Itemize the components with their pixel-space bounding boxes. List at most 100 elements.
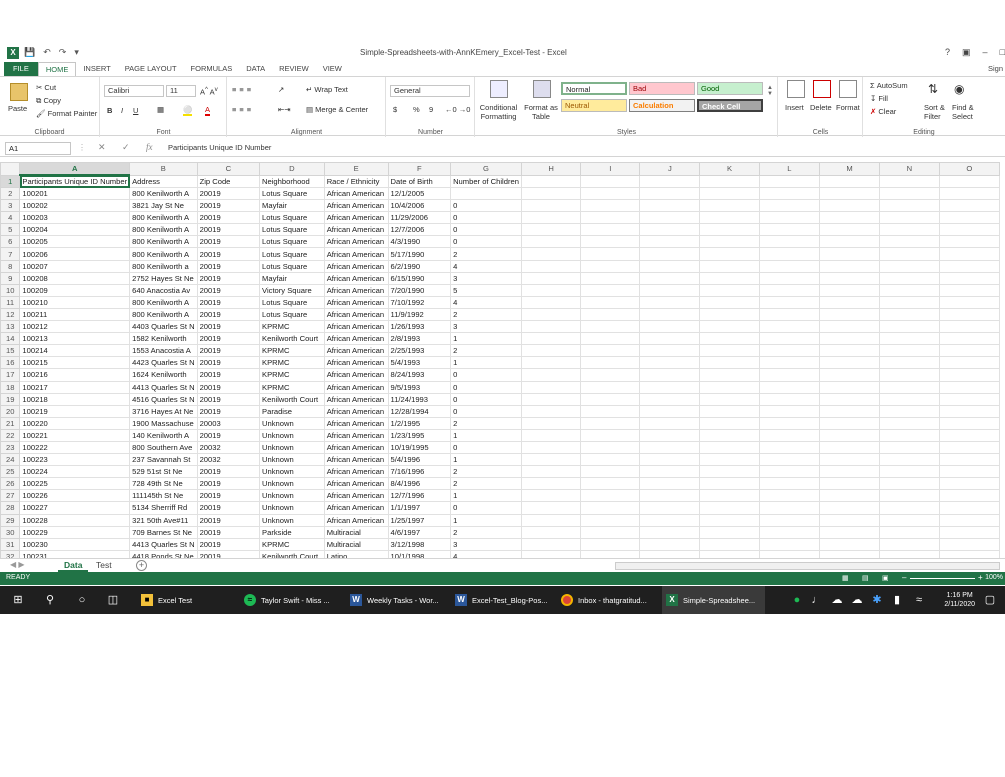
cell[interactable]: 20019 [196, 186, 261, 201]
cell[interactable]: Lotus Square [259, 259, 325, 273]
cell[interactable] [639, 392, 701, 406]
cell[interactable]: 20019 [196, 283, 261, 297]
cell[interactable] [639, 440, 701, 455]
cell[interactable] [938, 501, 1000, 515]
cell[interactable]: 100226 [19, 489, 131, 503]
sheet-nav-icons[interactable]: ◀ ▶ [10, 560, 25, 569]
cell[interactable]: 7/10/1992 [387, 295, 452, 309]
select-all-corner[interactable] [0, 162, 21, 176]
cell[interactable]: Lotus Square [259, 211, 325, 225]
cell[interactable] [520, 392, 582, 406]
cell[interactable] [639, 489, 701, 503]
row-header[interactable]: 27 [0, 489, 21, 503]
cell[interactable]: 20019 [196, 344, 261, 358]
cell[interactable]: 100225 [19, 477, 131, 491]
cell[interactable]: 100222 [19, 440, 131, 455]
cell[interactable] [818, 356, 881, 370]
cell[interactable]: 4 [450, 259, 522, 273]
row-header[interactable]: 8 [0, 259, 21, 273]
sheet-tab-test[interactable]: Test [90, 559, 118, 572]
cell[interactable] [520, 501, 582, 515]
cell[interactable]: 5134 Sherriff Rd [129, 501, 198, 515]
cell[interactable]: 5/4/1996 [387, 453, 452, 467]
cell[interactable] [580, 380, 641, 394]
cell[interactable]: African American [323, 295, 389, 309]
cell[interactable]: 800 Kenilworth A [129, 307, 198, 322]
cell[interactable]: 20019 [196, 271, 261, 285]
cell[interactable] [938, 392, 1000, 406]
insert-button[interactable]: Insert [785, 103, 804, 112]
cell[interactable]: 20019 [196, 223, 261, 237]
cell[interactable] [639, 271, 701, 285]
cell[interactable]: 100206 [19, 247, 131, 261]
fill-button[interactable]: ↧ Fill [870, 94, 888, 103]
cell[interactable]: 100201 [19, 186, 131, 201]
cell[interactable]: KPRMC [259, 320, 325, 334]
cell[interactable]: 2 [450, 344, 522, 358]
row-header[interactable]: 25 [0, 465, 21, 479]
cell[interactable] [818, 392, 881, 406]
cell[interactable]: 20003 [196, 416, 261, 430]
cell[interactable]: 2 [450, 477, 522, 491]
underline-button[interactable]: U [133, 106, 138, 115]
row-header[interactable]: 13 [0, 320, 21, 334]
cell[interactable]: 0 [450, 199, 522, 213]
cell[interactable] [879, 211, 940, 225]
taskbar-app-spotify[interactable]: ≈ Taylor Swift - Miss ... [240, 586, 340, 614]
cell[interactable]: 2 [450, 247, 522, 261]
comma-button[interactable]: 9 [429, 105, 433, 114]
cell[interactable] [520, 356, 582, 370]
cell[interactable] [879, 513, 940, 527]
cell[interactable] [938, 356, 1000, 370]
cell[interactable] [938, 440, 1000, 455]
fill-color-icon[interactable]: ⚪ [183, 105, 193, 116]
cell[interactable] [938, 428, 1000, 442]
cell[interactable]: African American [323, 271, 389, 285]
zoom-out-icon[interactable]: – [902, 573, 906, 582]
cell[interactable] [580, 501, 641, 515]
taskbar-app-word-blog[interactable]: W Excel-Test_Blog-Pos... [451, 586, 553, 614]
cell[interactable] [699, 356, 760, 370]
cell[interactable] [639, 199, 701, 213]
cell[interactable] [879, 247, 940, 261]
cell[interactable]: 20019 [196, 465, 261, 479]
column-header[interactable]: O [938, 162, 1000, 176]
cell[interactable]: 20019 [196, 380, 261, 394]
cell[interactable]: 1 [450, 453, 522, 467]
cell[interactable]: Lotus Square [259, 295, 325, 309]
clear-button[interactable]: ✗ Clear [870, 107, 896, 116]
tab-file[interactable]: FILE [4, 62, 38, 76]
cell[interactable]: 100220 [19, 416, 131, 430]
cell[interactable] [938, 416, 1000, 430]
cell[interactable] [520, 307, 582, 322]
cell[interactable]: African American [323, 259, 389, 273]
cell[interactable]: 7/20/1990 [387, 283, 452, 297]
cell[interactable]: KPRMC [259, 537, 325, 551]
decimal-icons[interactable]: ←0 →0 [445, 105, 470, 114]
volume-icon[interactable]: ♩ [810, 593, 824, 607]
cancel-icon[interactable]: ✕ [98, 142, 106, 153]
cell[interactable] [639, 380, 701, 394]
cell[interactable] [699, 428, 760, 442]
search-icon[interactable]: ⚲ [43, 593, 57, 607]
cell[interactable] [699, 247, 760, 261]
cell[interactable]: 4413 Quarles St N [129, 537, 198, 551]
cell[interactable] [818, 428, 881, 442]
tab-view[interactable]: VIEW [316, 62, 349, 76]
cell[interactable]: African American [323, 477, 389, 491]
cell[interactable] [639, 174, 701, 188]
borders-icon[interactable]: ▦ [157, 105, 164, 114]
cell[interactable]: 4/3/1990 [387, 235, 452, 249]
cell[interactable]: 12/7/1996 [387, 489, 452, 503]
cell[interactable] [758, 501, 820, 515]
cell[interactable] [818, 489, 881, 503]
cell[interactable] [938, 223, 1000, 237]
column-header[interactable]: I [580, 162, 641, 176]
cell[interactable]: 20019 [196, 259, 261, 273]
sheet-tab-data[interactable]: Data [58, 559, 89, 572]
cell[interactable]: 1/26/1993 [387, 320, 452, 334]
cell[interactable]: 321 50th Ave#11 [129, 513, 198, 527]
row-header[interactable]: 20 [0, 404, 21, 418]
help-button[interactable]: ? [945, 47, 950, 58]
cell[interactable]: 8/24/1993 [387, 368, 452, 382]
